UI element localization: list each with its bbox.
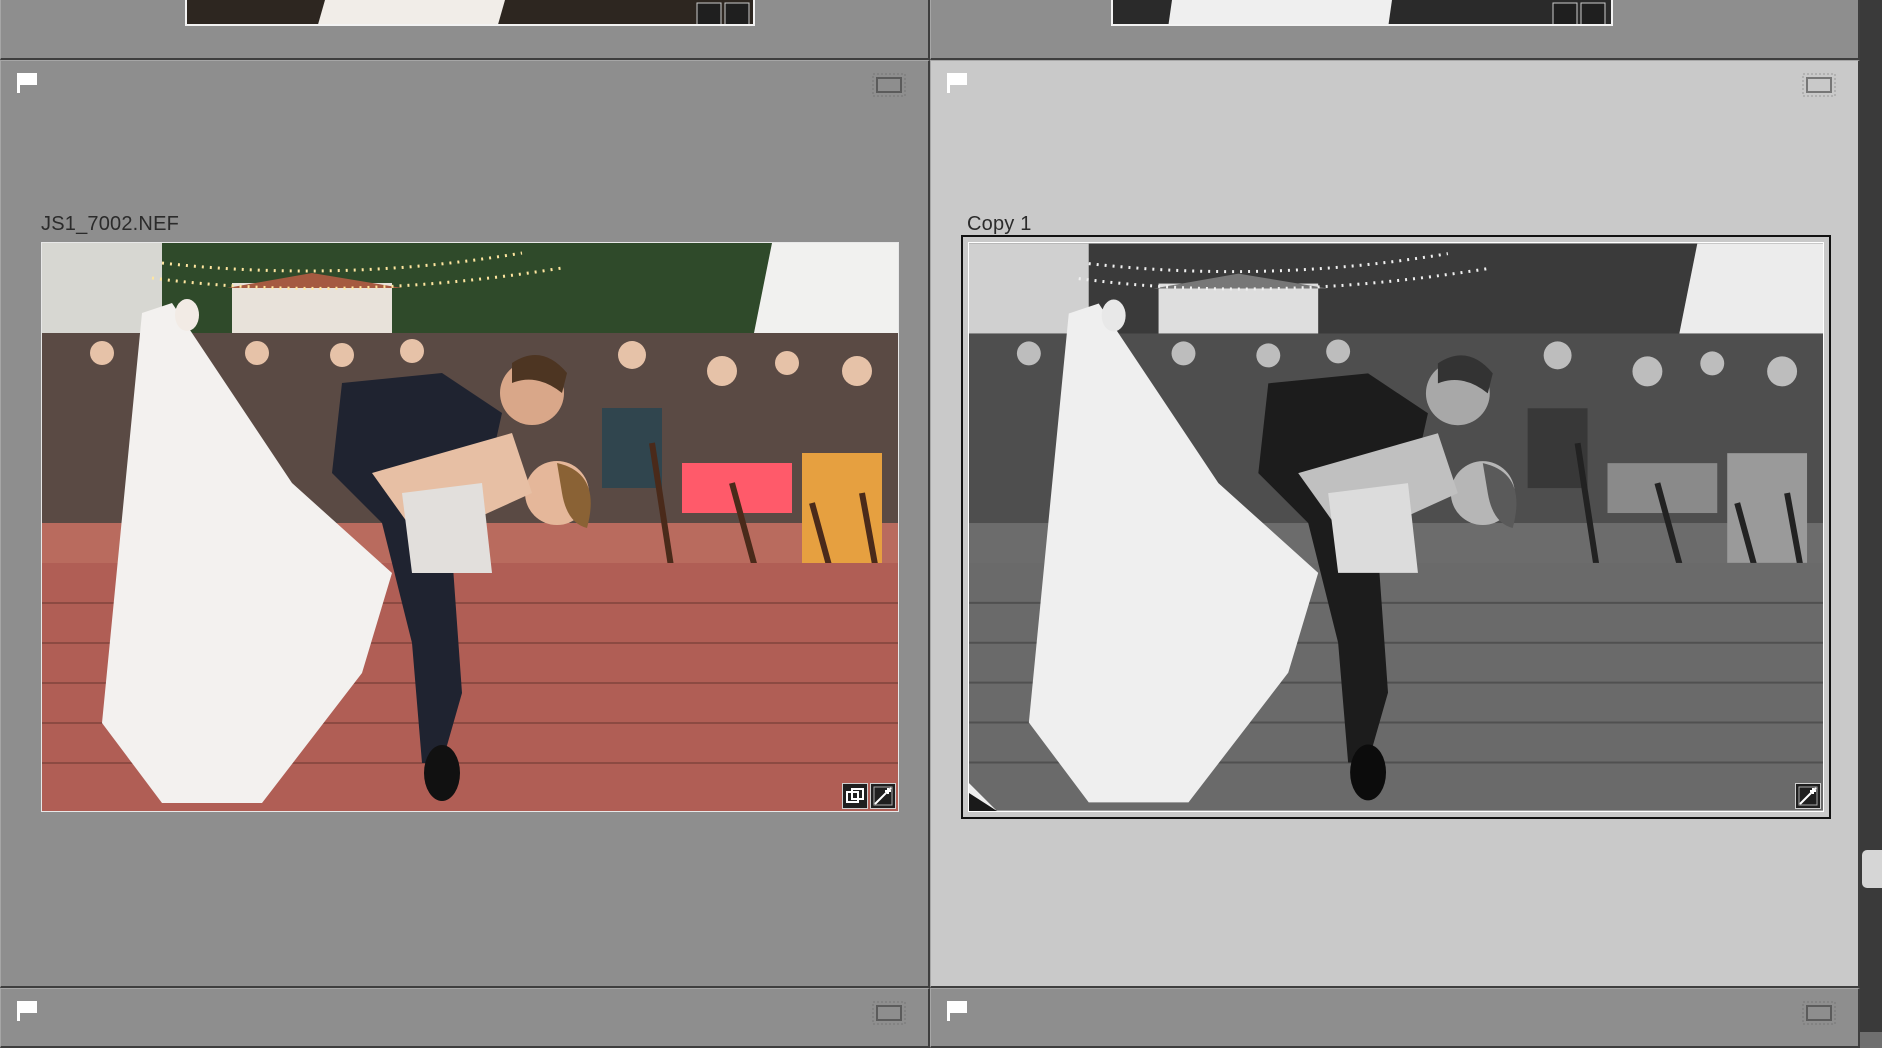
- grid-cell-main-right[interactable]: Copy 1: [930, 60, 1860, 988]
- photo-thumbnail-bw[interactable]: [968, 242, 1824, 812]
- grid-cell-main-left[interactable]: JS1_7002.NEF: [0, 60, 930, 988]
- flag-icon[interactable]: [15, 999, 39, 1023]
- flag-icon[interactable]: [15, 71, 39, 95]
- flag-icon[interactable]: [945, 999, 969, 1023]
- filename-label: JS1_7002.NEF: [41, 213, 180, 235]
- library-grid: JS1_7002.NEF Copy 1: [0, 0, 1860, 1048]
- crop-frame-icon[interactable]: [872, 1001, 906, 1025]
- develop-adjusted-icon[interactable]: [870, 783, 896, 809]
- thumbnail-badges: [842, 783, 896, 809]
- grid-cell-prev-left[interactable]: [0, 0, 930, 60]
- grid-cell-prev-right[interactable]: [930, 0, 1860, 60]
- crop-frame-icon[interactable]: [1802, 1001, 1836, 1025]
- thumbnail-badges: [1795, 783, 1821, 809]
- virtual-copy-corner-icon: [969, 783, 997, 811]
- virtual-copy-icon[interactable]: [842, 783, 868, 809]
- develop-adjusted-icon[interactable]: [1795, 783, 1821, 809]
- thumbnail-image[interactable]: [185, 0, 755, 26]
- flag-icon[interactable]: [945, 71, 969, 95]
- grid-cell-next-right[interactable]: [930, 988, 1860, 1048]
- thumbnail-image[interactable]: [1111, 0, 1613, 26]
- grid-cell-next-left[interactable]: [0, 988, 930, 1048]
- photo-thumbnail-color[interactable]: [41, 242, 899, 812]
- crop-frame-icon[interactable]: [1802, 73, 1836, 97]
- scrollbar-thumb[interactable]: [1862, 850, 1882, 888]
- crop-frame-icon[interactable]: [872, 73, 906, 97]
- selected-thumbnail-frame[interactable]: [961, 235, 1831, 819]
- filename-label: Copy 1: [967, 213, 1032, 235]
